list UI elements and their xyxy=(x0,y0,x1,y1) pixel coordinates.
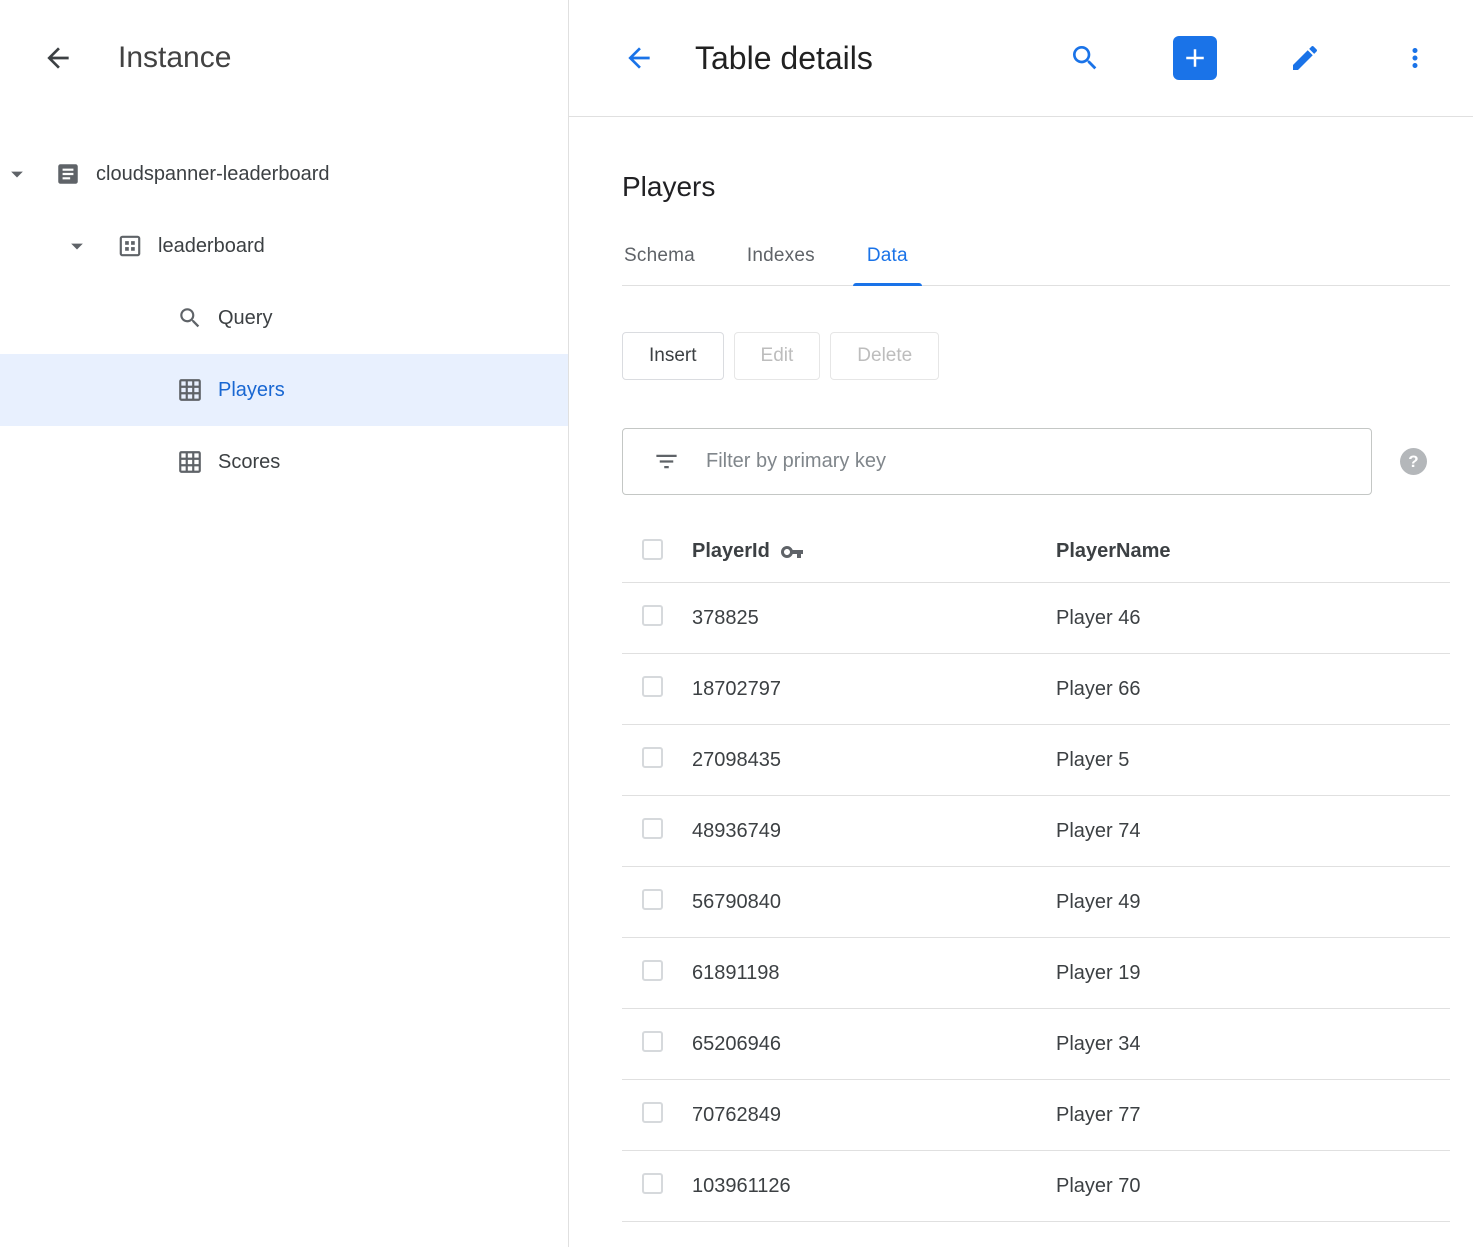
database-icon xyxy=(116,232,144,260)
row-checkbox[interactable] xyxy=(642,889,663,910)
table-row: 70762849Player 77 xyxy=(622,1080,1450,1151)
row-checkbox[interactable] xyxy=(642,1102,663,1123)
back-arrow-icon[interactable] xyxy=(38,38,78,78)
tab-bar: Schema Indexes Data xyxy=(622,231,1450,286)
table-grid-icon xyxy=(176,376,204,404)
cell-player-name: Player 5 xyxy=(1056,749,1450,772)
tab-schema[interactable]: Schema xyxy=(622,231,721,285)
tree-item-scores[interactable]: Scores xyxy=(0,426,568,498)
tree-item-database[interactable]: leaderboard xyxy=(0,210,568,282)
select-all-checkbox[interactable] xyxy=(642,539,663,560)
cell-player-name: Player 19 xyxy=(1056,962,1450,985)
column-header-playerid: PlayerId xyxy=(692,540,1056,564)
row-checkbox[interactable] xyxy=(642,676,663,697)
cell-player-id: 65206946 xyxy=(692,1033,1056,1056)
main-panel: Table details Players Schema xyxy=(569,0,1473,1247)
table-row: 18702797Player 66 xyxy=(622,654,1450,725)
cell-player-id: 18702797 xyxy=(692,678,1056,701)
primary-key-icon xyxy=(780,540,804,564)
main-header: Table details xyxy=(569,0,1473,117)
cell-player-id: 56790840 xyxy=(692,891,1056,914)
sidebar-title: Instance xyxy=(118,41,231,75)
table-grid-icon xyxy=(176,448,204,476)
tree-item-instance[interactable]: cloudspanner-leaderboard xyxy=(0,138,568,210)
row-checkbox[interactable] xyxy=(642,818,663,839)
more-vert-icon[interactable] xyxy=(1393,36,1437,80)
data-table: PlayerId PlayerName 378825Player 4618702… xyxy=(622,521,1450,1222)
delete-button[interactable]: Delete xyxy=(830,332,939,380)
table-row: 378825Player 46 xyxy=(622,583,1450,654)
tree-item-label: Players xyxy=(218,379,285,402)
cell-player-name: Player 46 xyxy=(1056,607,1450,630)
instance-icon xyxy=(54,160,82,188)
sidebar: Instance cloudspanner-leaderboard l xyxy=(0,0,569,1247)
sidebar-header: Instance xyxy=(0,0,568,116)
row-checkbox[interactable] xyxy=(642,605,663,626)
app-window: Instance cloudspanner-leaderboard l xyxy=(0,0,1473,1247)
tab-data[interactable]: Data xyxy=(841,231,934,285)
caret-down-icon[interactable] xyxy=(62,231,92,261)
edit-pencil-icon[interactable] xyxy=(1283,36,1327,80)
page-header-title: Table details xyxy=(695,40,873,77)
tree-item-players[interactable]: Players xyxy=(0,354,568,426)
cell-player-id: 61891198 xyxy=(692,962,1056,985)
table-row: 48936749Player 74 xyxy=(622,796,1450,867)
cell-player-id: 103961126 xyxy=(692,1175,1056,1198)
filter-bar: ? xyxy=(622,428,1450,495)
cell-player-id: 27098435 xyxy=(692,749,1056,772)
row-checkbox[interactable] xyxy=(642,1031,663,1052)
action-bar: Insert Edit Delete xyxy=(622,332,1450,380)
cell-player-name: Player 77 xyxy=(1056,1104,1450,1127)
page-title: Players xyxy=(622,171,1450,203)
table-body: 378825Player 4618702797Player 6627098435… xyxy=(622,583,1450,1222)
cell-player-name: Player 70 xyxy=(1056,1175,1450,1198)
tree-item-query[interactable]: Query xyxy=(0,282,568,354)
tree-item-label: Scores xyxy=(218,451,280,474)
query-search-icon xyxy=(176,304,204,332)
row-checkbox[interactable] xyxy=(642,960,663,981)
instance-tree: cloudspanner-leaderboard leaderboard Que… xyxy=(0,116,568,498)
header-actions xyxy=(1063,36,1437,80)
row-checkbox[interactable] xyxy=(642,747,663,768)
filter-input[interactable] xyxy=(706,450,1355,473)
filter-list-icon xyxy=(653,448,680,475)
main-content: Players Schema Indexes Data Insert Edit … xyxy=(569,117,1473,1222)
row-checkbox[interactable] xyxy=(642,1173,663,1194)
tree-item-label: cloudspanner-leaderboard xyxy=(96,163,330,186)
insert-button[interactable]: Insert xyxy=(622,332,724,380)
caret-down-icon[interactable] xyxy=(2,159,32,189)
tree-item-label: Query xyxy=(218,307,272,330)
cell-player-name: Player 34 xyxy=(1056,1033,1450,1056)
cell-player-name: Player 66 xyxy=(1056,678,1450,701)
table-row: 56790840Player 49 xyxy=(622,867,1450,938)
cell-player-name: Player 74 xyxy=(1056,820,1450,843)
table-row: 61891198Player 19 xyxy=(622,938,1450,1009)
tab-indexes[interactable]: Indexes xyxy=(721,231,841,285)
cell-player-id: 378825 xyxy=(692,607,1056,630)
table-row: 27098435Player 5 xyxy=(622,725,1450,796)
search-icon[interactable] xyxy=(1063,36,1107,80)
column-header-playername: PlayerName xyxy=(1056,540,1450,563)
help-icon[interactable]: ? xyxy=(1400,448,1427,475)
filter-box[interactable] xyxy=(622,428,1372,495)
table-row: 103961126Player 70 xyxy=(622,1151,1450,1222)
table-row: 65206946Player 34 xyxy=(622,1009,1450,1080)
edit-button[interactable]: Edit xyxy=(734,332,821,380)
cell-player-name: Player 49 xyxy=(1056,891,1450,914)
back-arrow-icon[interactable] xyxy=(617,36,661,80)
tree-item-label: leaderboard xyxy=(158,235,265,258)
cell-player-id: 48936749 xyxy=(692,820,1056,843)
table-header-row: PlayerId PlayerName xyxy=(622,521,1450,583)
cell-player-id: 70762849 xyxy=(692,1104,1056,1127)
add-record-button[interactable] xyxy=(1173,36,1217,80)
